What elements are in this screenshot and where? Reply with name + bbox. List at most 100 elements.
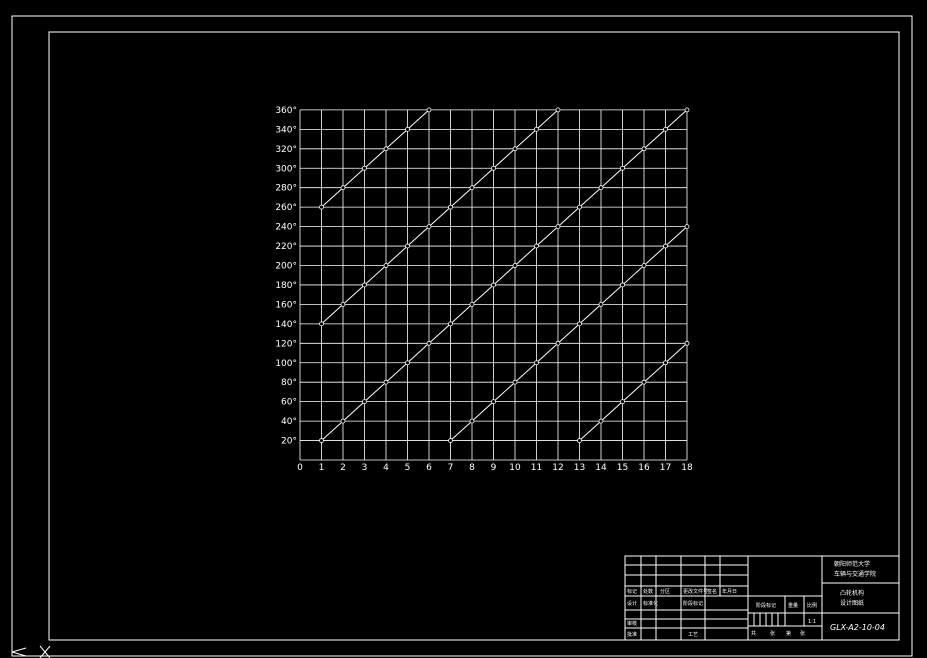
y-tick-label: 80° [281,378,297,388]
data-point [663,126,668,132]
y-tick-label: 160° [275,300,297,310]
data-point [512,146,518,152]
data-point [620,165,625,171]
tb-signature: 签名 [707,588,717,595]
data-point [426,340,432,346]
x-tick-label: 12 [552,463,563,473]
data-point [598,185,604,191]
series-line [321,109,688,441]
y-tick-label: 280° [275,184,297,194]
tb-standardization: 标准化 [643,600,658,607]
x-tick-label: 13 [574,463,585,473]
series-line [579,342,688,441]
y-tick-label: 60° [281,398,297,408]
y-tick-label: 300° [275,164,297,174]
data-point [512,263,518,268]
data-point [620,399,625,405]
x-tick-label: 3 [362,463,368,473]
x-tick-label: 5 [405,463,411,473]
y-tick-label: 140° [275,320,297,330]
x-tick-label: 6 [426,463,432,473]
school-name: 朝阳师范大学 [834,560,870,568]
x-tick-label: 8 [469,463,475,473]
tb-sheet-count: 张 [770,630,775,637]
data-point [577,438,582,443]
drawing-sheet: 0 1 2 3 4 5 6 7 8 9 10 11 12 13 14 15 16 17 1820°40°60°80°… [11,15,913,658]
y-tick-label: 240° [275,223,297,233]
data-point [491,282,496,288]
data-point [641,263,647,268]
y-tick-label: 40° [281,417,297,427]
tb-approve: 批准 [627,631,637,638]
data-point [577,204,582,210]
y-tick-label: 220° [275,242,297,252]
tb-scale: 比例 [807,602,817,609]
x-tick-label: 4 [383,463,389,473]
x-tick-label: 1 [319,463,325,473]
data-point [684,340,690,346]
data-point [319,438,324,443]
data-point [663,360,668,366]
data-point [426,107,432,113]
tb-stage: 阶段标记 [683,600,703,607]
y-tick-label: 100° [275,359,297,369]
tb-change-doc: 更改文件号 [683,588,708,595]
data-point [340,418,346,424]
data-point [491,399,496,405]
x-tick-label: 2 [340,463,346,473]
x-tick-label: 18 [681,463,693,473]
data-point [469,185,475,191]
data-point [426,224,432,230]
y-tick-label: 20° [281,437,297,447]
tb-count: 处数 [643,588,653,595]
data-point [362,399,367,405]
data-point [491,165,496,171]
data-point [684,107,690,113]
y-tick-label: 340° [275,125,297,135]
tb-ratio: 1:1 [808,619,816,625]
x-tick-label: 11 [531,463,542,473]
data-point [383,263,389,268]
y-tick-label: 320° [275,145,297,155]
x-tick-label: 14 [595,463,607,473]
tb-sheet-no: 张 [800,630,805,637]
x-tick-label: 10 [509,463,521,473]
data-point [362,282,367,288]
data-point [555,107,561,113]
data-point [405,126,410,132]
inner-frame [48,31,900,641]
data-point [362,165,367,171]
x-tick-label: 7 [448,463,454,473]
series-line [450,226,688,441]
data-point [663,243,668,249]
data-point [534,243,539,249]
part-subtitle: 设计图纸 [840,599,864,607]
tb-sheet-b: 第 [786,630,791,637]
data-point [534,360,539,366]
x-tick-label: 9 [491,463,497,473]
data-point [448,204,453,210]
data-point [555,224,561,230]
data-point [448,438,453,443]
tb-zone: 分区 [660,588,670,595]
data-point [577,321,582,327]
data-point [641,146,647,152]
data-point [598,301,604,307]
tb-mark: 标记 [627,588,637,595]
data-point [469,301,475,307]
x-tick-label: 16 [638,463,650,473]
data-point [555,340,561,346]
data-point [598,418,604,424]
x-tick-label: 15 [617,463,628,473]
data-point [383,379,389,385]
data-point [405,243,410,249]
chart-area: 0 1 2 3 4 5 6 7 8 9 10 11 12 13 14 15 16 17 1820°40°60°80°… [275,106,693,473]
data-point [340,185,346,191]
data-point [684,224,690,230]
tb-sheet-a: 共 [751,630,756,637]
y-tick-label: 200° [275,262,297,272]
data-point [469,418,475,424]
data-point [641,379,647,385]
outer-frame [11,15,913,657]
y-tick-label: 120° [275,339,297,349]
